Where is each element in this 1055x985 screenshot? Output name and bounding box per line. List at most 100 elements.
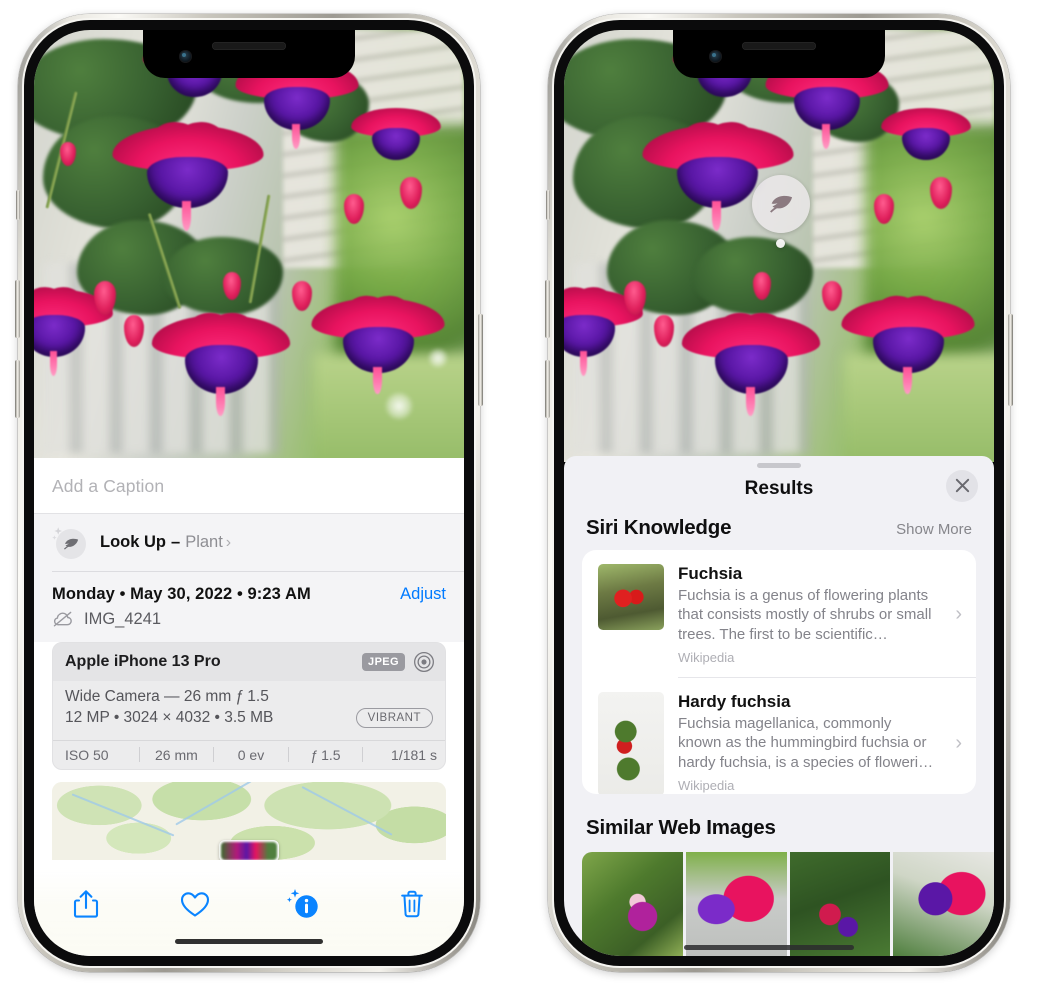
photo-fuchsia-bloom [34,276,114,376]
similar-image-thumbnail[interactable] [893,852,994,956]
photo-bokeh [428,348,447,367]
close-button[interactable] [946,469,978,502]
knowledge-thumbnail [598,691,664,794]
photo-viewer[interactable] [564,30,994,462]
trash-icon [401,890,423,918]
caption-input[interactable]: Add a Caption [52,476,446,497]
photo-fuchsia-bloom [564,276,644,376]
volume-up-button[interactable] [15,280,20,338]
device-notch [673,30,885,78]
volume-up-button[interactable] [545,280,550,338]
similar-web-images-strip[interactable] [564,852,994,956]
photographic-style-pill: VIBRANT [355,707,433,728]
exif-header-right: JPEG [362,651,435,673]
aperture-icon [414,651,434,672]
device-notch [143,30,355,78]
share-icon [73,890,99,918]
home-indicator[interactable] [175,939,323,944]
exif-body: Wide Camera — 26 mm ƒ 1.5 12 MP • 3024 ×… [53,681,445,740]
silent-switch[interactable] [546,190,550,220]
lens-info: Wide Camera — 26 mm ƒ 1.5 [65,687,269,705]
image-specs: 12 MP • 3024 × 4032 • 3.5 MB [65,708,274,726]
photo-viewer[interactable] [34,30,464,462]
photo-fuchsia-bloom [350,107,441,164]
power-button[interactable] [1008,314,1013,406]
exif-aperture: ƒ 1.5 [310,746,341,763]
silent-switch[interactable] [16,190,20,220]
front-camera [179,50,192,63]
exif-exposure: 0 ev [237,746,265,763]
look-up-row[interactable]: Look Up – Plant › [34,514,464,571]
favorite-button[interactable] [169,882,221,926]
date-row: Monday • May 30, 2022 • 9:23 AM Adjust [52,572,446,604]
photo-fuchsia-bloom [311,283,445,394]
phone-left: Add a Caption Look Up – Plant › Monday •… [15,14,483,972]
exif-card[interactable]: Apple iPhone 13 Pro JPEG Wide Camera — 2… [52,641,446,770]
exif-specs-row: 12 MP • 3024 × 4032 • 3.5 MB VIBRANT [65,707,433,734]
earpiece-speaker [212,42,286,50]
metadata-block: Monday • May 30, 2022 • 9:23 AM Adjust I… [34,571,464,642]
photo-fuchsia-bloom [880,107,971,164]
exif-iso: ISO 50 [65,746,109,763]
photo-info-sheet: Add a Caption Look Up – Plant › Monday •… [34,458,464,956]
volume-down-button[interactable] [545,360,550,418]
exif-shutter: 1/181 s [391,746,437,763]
map-photo-pin[interactable] [219,839,279,860]
leaf-icon [770,195,793,213]
volume-down-button[interactable] [15,360,20,418]
similar-image-thumbnail[interactable] [789,852,891,956]
photo-fuchsia-bloom [112,108,264,231]
results-title: Results [744,477,814,499]
knowledge-text: Hardy fuchsia Fuchsia magellanica, commo… [678,692,937,794]
favorite-heart-icon [180,891,209,917]
knowledge-title: Hardy fuchsia [678,691,791,711]
similar-image-thumbnail[interactable] [582,852,683,956]
adjust-date-button[interactable]: Adjust [400,585,446,604]
knowledge-thumbnail [598,563,664,630]
chevron-right-icon: › [955,602,962,625]
look-up-label: Look Up [100,532,166,551]
info-sparkle-icon [287,889,319,918]
earpiece-speaker [742,42,816,50]
chevron-right-icon: › [955,732,962,755]
exif-focal: 26 mm [154,746,198,763]
delete-button[interactable] [386,882,438,926]
similar-image-thumbnail[interactable] [685,852,787,956]
knowledge-description: Fuchsia is a genus of flowering plants t… [678,586,932,643]
caption-row[interactable]: Add a Caption [34,458,464,513]
photo-leaves [693,237,814,316]
results-sheet: Results Siri Knowledge Show More Fuchsia… [564,456,994,956]
file-row: IMG_4241 [52,604,446,642]
info-button[interactable] [277,882,329,926]
leaf-icon [63,538,79,550]
visual-look-up-badge[interactable] [752,175,810,233]
phone-right: Results Siri Knowledge Show More Fuchsia… [545,14,1013,972]
similar-web-images-header: Similar Web Images [564,794,994,852]
siri-knowledge-header: Siri Knowledge Show More [564,514,994,550]
photo-fuchsia-bloom [682,300,821,416]
knowledge-item[interactable]: Hardy fuchsia Fuchsia magellanica, commo… [582,678,976,794]
visual-look-up-anchor-dot [776,239,785,248]
similar-web-images-title: Similar Web Images [586,816,776,839]
leaf-icon-circle [56,529,86,559]
photo-bud [399,176,422,209]
phone-screen-right: Results Siri Knowledge Show More Fuchsia… [564,30,994,956]
photo-bud [929,176,952,209]
file-format-badge: JPEG [362,652,405,671]
power-button[interactable] [478,314,483,406]
exif-header: Apple iPhone 13 Pro JPEG [53,642,445,681]
photo-fuchsia-bloom [152,300,291,416]
knowledge-source: Wikipedia [678,778,735,794]
look-up-dash: – [171,532,181,551]
share-button[interactable] [60,882,112,926]
knowledge-source: Wikipedia [678,650,735,666]
horizontal-scrollbar[interactable] [684,945,854,950]
show-more-button[interactable]: Show More [896,521,972,538]
chevron-right-icon: › [225,533,232,551]
location-map-card[interactable] [52,781,446,860]
cloud-slash-icon [53,611,72,627]
knowledge-description: Fuchsia magellanica, commonly known as t… [678,714,934,771]
knowledge-text: Fuchsia Fuchsia is a genus of flowering … [678,564,937,666]
knowledge-item[interactable]: Fuchsia Fuchsia is a genus of flowering … [582,550,976,678]
exif-stats-row: ISO 50 26 mm 0 ev ƒ 1.5 1/181 s [53,739,445,769]
